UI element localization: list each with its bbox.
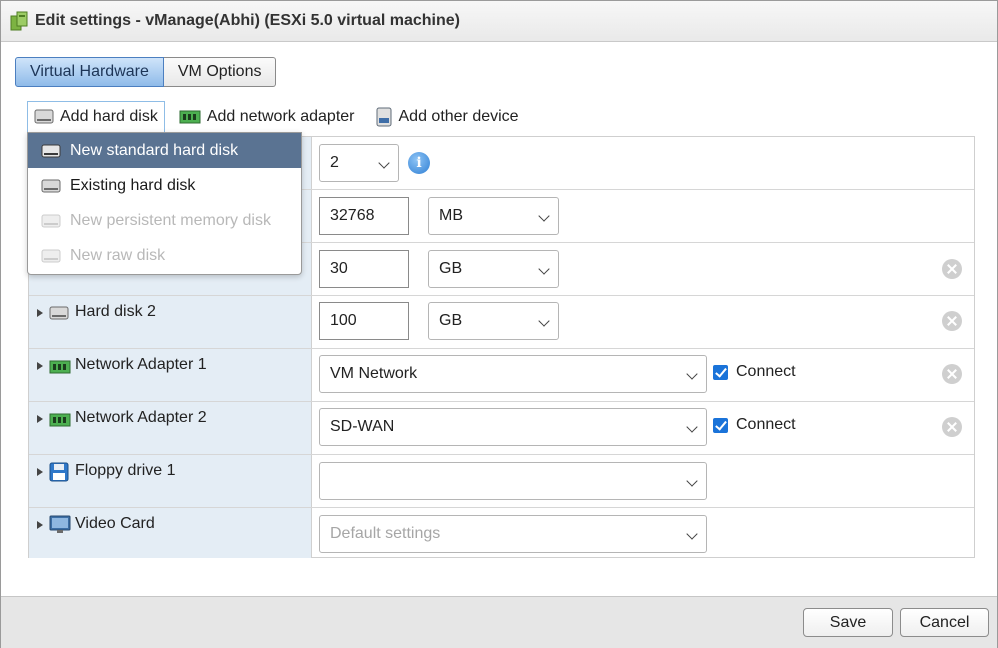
add-hard-disk-menu: New standard hard disk Existing hard dis… bbox=[27, 132, 302, 275]
dialog-titlebar: Edit settings - vManage(Abhi) (ESXi 5.0 … bbox=[1, 1, 997, 42]
hard-disk-1-unit-select[interactable]: GB bbox=[428, 250, 559, 288]
expand-triangle-icon[interactable] bbox=[37, 521, 43, 529]
hard-disk-1-size-input[interactable]: 30 bbox=[319, 250, 409, 288]
memory-input[interactable]: 32768 bbox=[319, 197, 409, 235]
network-adapter-2-select[interactable]: SD-WAN bbox=[319, 408, 707, 446]
memory-unit-select[interactable]: MB bbox=[428, 197, 559, 235]
network-adapter-1-connect[interactable]: Connect bbox=[713, 363, 796, 381]
remove-network-adapter-1-icon[interactable] bbox=[942, 364, 962, 384]
add-network-adapter-label: Add network adapter bbox=[206, 108, 355, 125]
hard-disk-icon bbox=[41, 213, 61, 229]
network-adapter-2-label-cell[interactable]: Network Adapter 2 bbox=[29, 402, 312, 454]
floppy-drive-1-label-cell[interactable]: Floppy drive 1 bbox=[29, 455, 312, 507]
hard-disk-icon bbox=[41, 143, 61, 159]
video-card-value: Default settings bbox=[330, 525, 441, 542]
other-device-icon bbox=[375, 107, 393, 127]
hard-disk-2-unit-value: GB bbox=[439, 312, 463, 329]
chevron-down-icon bbox=[538, 263, 550, 275]
menu-item-new-standard-hard-disk[interactable]: New standard hard disk bbox=[28, 133, 301, 168]
chevron-down-icon bbox=[378, 157, 390, 169]
add-network-adapter-button[interactable]: Add network adapter bbox=[173, 101, 361, 133]
add-hard-disk-button[interactable]: Add hard disk bbox=[27, 101, 165, 133]
hard-disk-2-row: Hard disk 2 100 GB bbox=[29, 296, 974, 349]
network-adapter-icon bbox=[49, 360, 71, 379]
video-card-label: Video Card bbox=[75, 515, 155, 532]
hard-disk-2-unit-select[interactable]: GB bbox=[428, 302, 559, 340]
tab-vm-options[interactable]: VM Options bbox=[163, 57, 277, 87]
menu-item-label: New persistent memory disk bbox=[70, 211, 271, 229]
network-adapter-icon bbox=[179, 110, 201, 124]
floppy-drive-1-select[interactable] bbox=[319, 462, 707, 500]
expand-triangle-icon[interactable] bbox=[37, 309, 43, 317]
hard-disk-2-size-input[interactable]: 100 bbox=[319, 302, 409, 340]
hard-disk-icon bbox=[34, 108, 54, 126]
memory-unit-value: MB bbox=[439, 207, 463, 224]
video-card-select[interactable]: Default settings bbox=[319, 515, 707, 553]
hard-disk-2-label: Hard disk 2 bbox=[75, 303, 156, 320]
vm-icon bbox=[10, 11, 28, 31]
chevron-down-icon bbox=[686, 475, 698, 487]
chevron-down-icon bbox=[538, 210, 550, 222]
menu-item-existing-hard-disk[interactable]: Existing hard disk bbox=[28, 168, 301, 203]
chevron-down-icon bbox=[686, 368, 698, 380]
chevron-down-icon bbox=[686, 421, 698, 433]
connect-checkbox[interactable] bbox=[713, 364, 728, 380]
add-other-device-button[interactable]: Add other device bbox=[369, 101, 525, 133]
network-adapter-2-value: SD-WAN bbox=[330, 418, 395, 435]
hard-disk-icon bbox=[41, 248, 61, 264]
hard-disk-icon bbox=[41, 178, 61, 194]
network-adapter-2-label: Network Adapter 2 bbox=[75, 409, 207, 426]
add-hard-disk-label: Add hard disk bbox=[60, 108, 158, 125]
menu-item-label: New standard hard disk bbox=[70, 141, 239, 159]
remove-hard-disk-2-icon[interactable] bbox=[942, 311, 962, 331]
network-adapter-2-connect[interactable]: Connect bbox=[713, 416, 796, 434]
menu-item-new-persistent-memory-disk: New persistent memory disk bbox=[28, 203, 301, 238]
video-card-row: Video Card Default settings bbox=[29, 508, 974, 558]
menu-item-new-raw-disk: New raw disk bbox=[28, 238, 301, 273]
tab-virtual-hardware[interactable]: Virtual Hardware bbox=[15, 57, 164, 87]
hard-disk-icon bbox=[49, 305, 69, 326]
save-button[interactable]: Save bbox=[803, 608, 893, 637]
expand-triangle-icon[interactable] bbox=[37, 362, 43, 370]
menu-item-label: Existing hard disk bbox=[70, 176, 196, 194]
floppy-drive-1-row: Floppy drive 1 bbox=[29, 455, 974, 508]
expand-triangle-icon[interactable] bbox=[37, 468, 43, 476]
edit-settings-dialog: Edit settings - vManage(Abhi) (ESXi 5.0 … bbox=[0, 0, 998, 648]
monitor-icon bbox=[49, 515, 71, 540]
hard-disk-1-unit-value: GB bbox=[439, 260, 463, 277]
network-adapter-icon bbox=[49, 413, 71, 432]
floppy-drive-1-label: Floppy drive 1 bbox=[75, 462, 176, 479]
add-other-device-label: Add other device bbox=[398, 108, 519, 125]
chevron-down-icon bbox=[686, 528, 698, 540]
cancel-button[interactable]: Cancel bbox=[900, 608, 989, 637]
network-adapter-1-value: VM Network bbox=[330, 365, 418, 382]
network-adapter-2-row: Network Adapter 2 SD-WAN Connect bbox=[29, 402, 974, 455]
remove-network-adapter-2-icon[interactable] bbox=[942, 417, 962, 437]
connect-label: Connect bbox=[736, 363, 796, 380]
dialog-title: Edit settings - vManage(Abhi) (ESXi 5.0 … bbox=[35, 12, 460, 29]
dialog-footer: Save Cancel bbox=[1, 596, 997, 648]
chevron-down-icon bbox=[538, 315, 550, 327]
network-adapter-1-row: Network Adapter 1 VM Network Connect bbox=[29, 349, 974, 402]
remove-hard-disk-1-icon[interactable] bbox=[942, 259, 962, 279]
cpu-value: 2 bbox=[330, 154, 339, 171]
connect-label: Connect bbox=[736, 416, 796, 433]
expand-triangle-icon[interactable] bbox=[37, 415, 43, 423]
network-adapter-1-select[interactable]: VM Network bbox=[319, 355, 707, 393]
floppy-disk-icon bbox=[49, 462, 69, 487]
menu-item-label: New raw disk bbox=[70, 246, 166, 264]
network-adapter-1-label: Network Adapter 1 bbox=[75, 356, 207, 373]
hard-disk-2-label-cell[interactable]: Hard disk 2 bbox=[29, 296, 312, 348]
video-card-label-cell[interactable]: Video Card bbox=[29, 508, 312, 558]
info-icon[interactable]: i bbox=[408, 152, 430, 174]
cpu-select[interactable]: 2 bbox=[319, 144, 399, 182]
hardware-toolbar: Add hard disk Add network adapter Add ot… bbox=[27, 101, 533, 133]
network-adapter-1-label-cell[interactable]: Network Adapter 1 bbox=[29, 349, 312, 401]
connect-checkbox[interactable] bbox=[713, 417, 728, 433]
tab-bar: Virtual Hardware VM Options bbox=[15, 57, 277, 87]
